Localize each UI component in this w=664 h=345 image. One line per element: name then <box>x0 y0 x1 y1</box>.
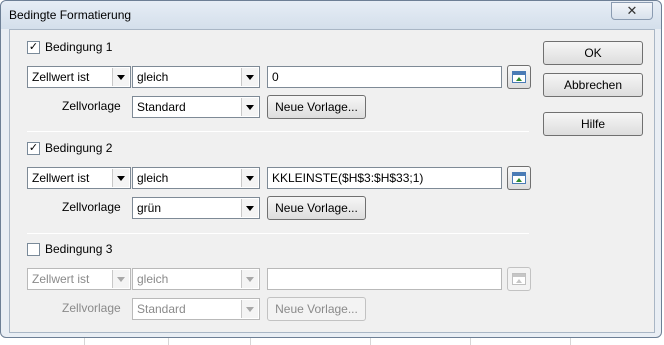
condition-3-style-select[interactable]: Standard <box>132 298 260 320</box>
chevron-down-icon <box>241 199 258 217</box>
close-icon: ✕ <box>626 3 638 18</box>
close-button[interactable]: ✕ <box>611 2 653 20</box>
chevron-down-icon <box>241 270 258 288</box>
chevron-down-icon <box>241 169 258 187</box>
chevron-down-icon <box>241 98 258 116</box>
condition-3-value-input[interactable] <box>267 268 502 290</box>
window-title: Bedingte Formatierung <box>9 8 132 22</box>
condition-3-style-label: Zellvorlage <box>62 301 121 315</box>
condition-1-new-style-button[interactable]: Neue Vorlage... <box>267 95 366 119</box>
condition-2-shrink-button[interactable] <box>507 166 531 190</box>
dialog-content: ✓ Bedingung 1 Zellwert ist gleich 0 Zell… <box>9 29 655 333</box>
chevron-down-icon <box>112 169 129 187</box>
condition-2-type-select[interactable]: Zellwert ist <box>27 167 131 189</box>
ok-button[interactable]: OK <box>543 41 643 65</box>
condition-1-value-input[interactable]: 0 <box>267 66 502 88</box>
condition-1-shrink-button[interactable] <box>507 65 531 89</box>
condition-1-style-label: Zellvorlage <box>62 99 121 113</box>
shrink-dialog-icon <box>512 273 526 285</box>
separator <box>27 131 529 132</box>
condition-1-type-select[interactable]: Zellwert ist <box>27 66 131 88</box>
chevron-down-icon <box>241 68 258 86</box>
condition-2-style-label: Zellvorlage <box>62 200 121 214</box>
condition-2-checkbox[interactable]: ✓ <box>27 142 40 155</box>
condition-2-label: Bedingung 2 <box>45 141 113 155</box>
chevron-down-icon <box>112 68 129 86</box>
condition-2-new-style-button[interactable]: Neue Vorlage... <box>267 196 366 220</box>
condition-3-type-select[interactable]: Zellwert ist <box>27 268 131 290</box>
condition-3-checkbox[interactable] <box>27 243 40 256</box>
condition-3-new-style-button[interactable]: Neue Vorlage... <box>267 297 366 321</box>
shrink-dialog-icon <box>512 172 526 184</box>
shrink-dialog-icon <box>512 71 526 83</box>
conditional-formatting-dialog: Bedingte Formatierung ✕ ✓ Bedingung 1 Ze… <box>0 0 662 338</box>
chevron-down-icon <box>112 270 129 288</box>
cancel-button[interactable]: Abbrechen <box>543 73 643 97</box>
condition-3-shrink-button[interactable] <box>507 267 531 291</box>
condition-3-label: Bedingung 3 <box>45 242 113 256</box>
condition-2-style-select[interactable]: grün <box>132 197 260 219</box>
title-bar: Bedingte Formatierung ✕ <box>1 1 661 29</box>
chevron-down-icon <box>241 300 258 318</box>
condition-1-label: Bedingung 1 <box>45 40 113 54</box>
help-button[interactable]: Hilfe <box>543 112 643 136</box>
condition-1-checkbox[interactable]: ✓ <box>27 41 40 54</box>
condition-1-style-select[interactable]: Standard <box>132 96 260 118</box>
condition-2-value-input[interactable]: KKLEINSTE($H$3:$H$33;1) <box>267 167 502 189</box>
separator <box>27 233 529 234</box>
condition-3-operator-select[interactable]: gleich <box>132 268 260 290</box>
condition-2-operator-select[interactable]: gleich <box>132 167 260 189</box>
condition-1-operator-select[interactable]: gleich <box>132 66 260 88</box>
